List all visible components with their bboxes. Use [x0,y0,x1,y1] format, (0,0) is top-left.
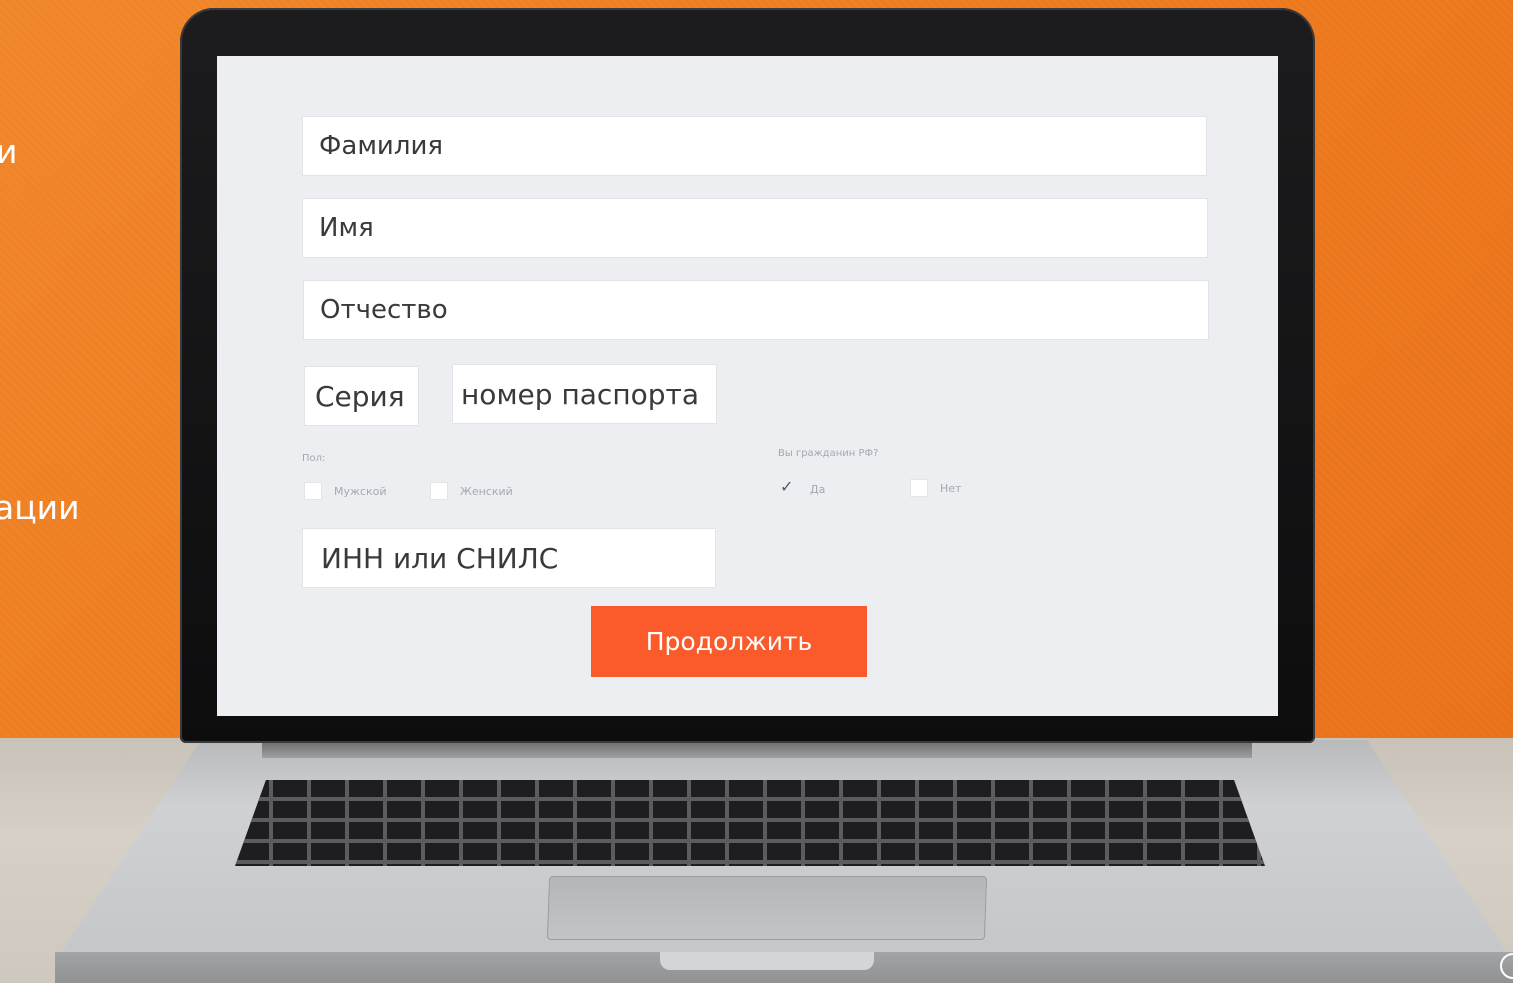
side-text-line-1: и [0,132,18,171]
gender-male-checkbox[interactable] [304,482,322,500]
gender-female-checkbox[interactable] [430,482,448,500]
patronymic-input[interactable] [303,280,1209,340]
laptop-keyboard [235,780,1265,866]
citizen-yes-checkbox[interactable]: ✓ [779,477,797,498]
gender-label: Пол: [302,453,326,464]
continue-button[interactable]: Продолжить [591,606,867,677]
name-input[interactable] [302,198,1208,258]
passport-series-input[interactable] [304,366,419,426]
citizen-yes-label: Да [810,483,826,496]
gender-female-label: Женский [460,485,513,498]
citizen-no-checkbox[interactable] [910,479,928,497]
surname-input[interactable] [302,116,1207,176]
gender-male-label: Мужской [334,485,387,498]
inn-snils-input[interactable] [302,528,716,588]
side-text-line-2: ации [0,488,80,527]
passport-number-input[interactable] [452,364,717,424]
citizen-label: Вы гражданин РФ? [778,448,879,459]
check-icon: ✓ [780,477,794,496]
laptop-front-notch [660,952,874,970]
laptop-trackpad [546,876,988,940]
laptop-hinge [262,742,1252,758]
citizen-no-label: Нет [940,482,962,495]
